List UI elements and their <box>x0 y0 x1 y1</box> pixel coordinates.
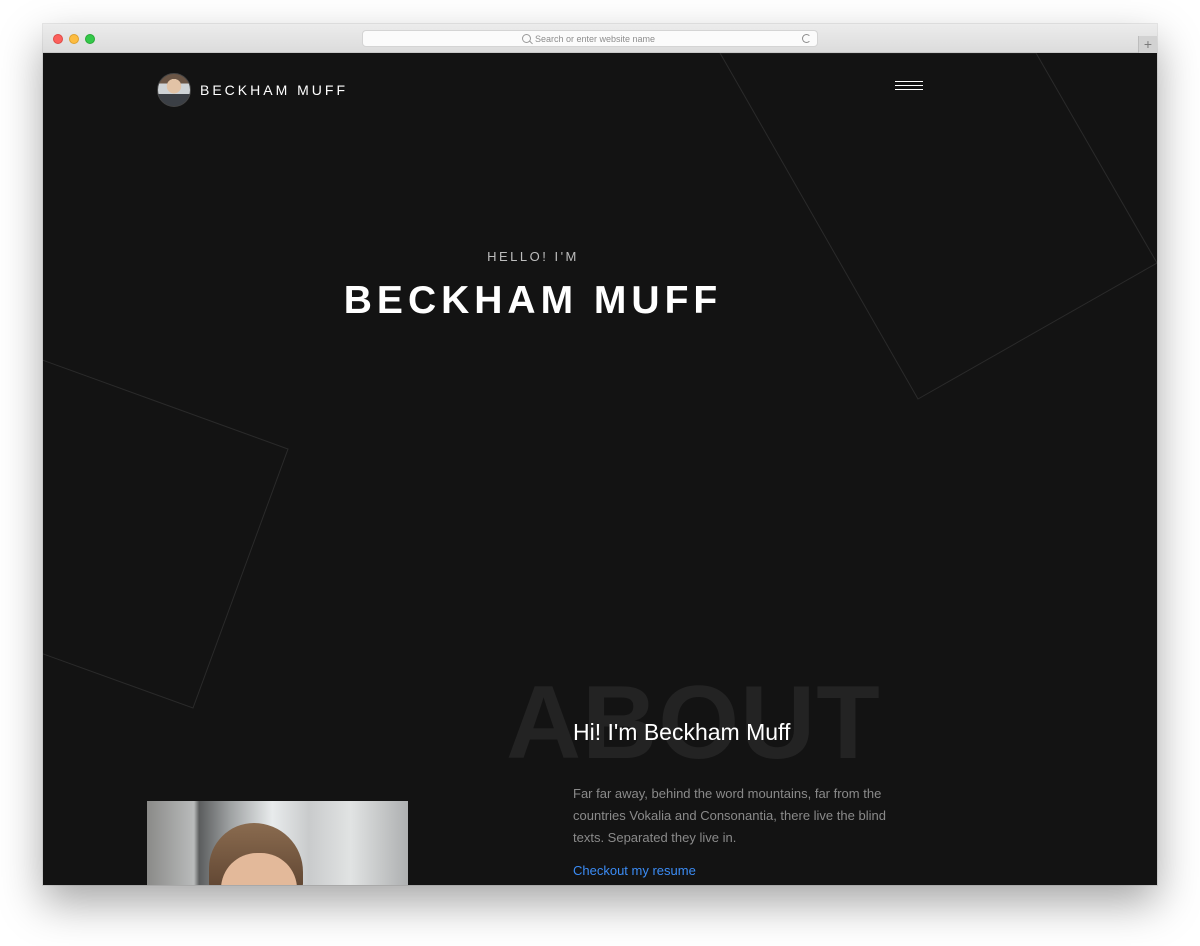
decorative-square-right <box>719 53 1157 400</box>
hamburger-menu-icon[interactable] <box>895 81 923 94</box>
browser-window: Search or enter website name + BECKHAM M… <box>43 24 1157 885</box>
profile-photo <box>147 801 408 885</box>
about-heading: Hi! I'm Beckham Muff <box>573 719 791 745</box>
page-content: BECKHAM MUFF HELLO! I'M BECKHAM MUFF ABO… <box>43 53 1157 885</box>
resume-link[interactable]: Checkout my resume <box>573 862 696 880</box>
address-bar-placeholder: Search or enter website name <box>535 34 656 44</box>
browser-titlebar: Search or enter website name + <box>43 24 1157 53</box>
hero-title: BECKHAM MUFF <box>343 279 723 322</box>
about-text: Far far away, behind the word mountains,… <box>573 786 886 845</box>
maximize-window-button[interactable] <box>85 34 95 44</box>
minimize-window-button[interactable] <box>69 34 79 44</box>
hero-kicker: HELLO! I'M <box>487 249 579 264</box>
address-bar[interactable]: Search or enter website name <box>362 30 818 47</box>
brand-name[interactable]: BECKHAM MUFF <box>200 81 348 99</box>
menu-line <box>895 81 923 82</box>
menu-line <box>895 85 923 86</box>
decorative-square-left <box>43 359 289 709</box>
new-tab-button[interactable]: + <box>1138 36 1157 53</box>
close-window-button[interactable] <box>53 34 63 44</box>
brand-avatar[interactable] <box>157 73 191 107</box>
menu-line <box>895 89 923 90</box>
reload-icon[interactable] <box>802 34 811 43</box>
search-icon <box>522 34 531 43</box>
